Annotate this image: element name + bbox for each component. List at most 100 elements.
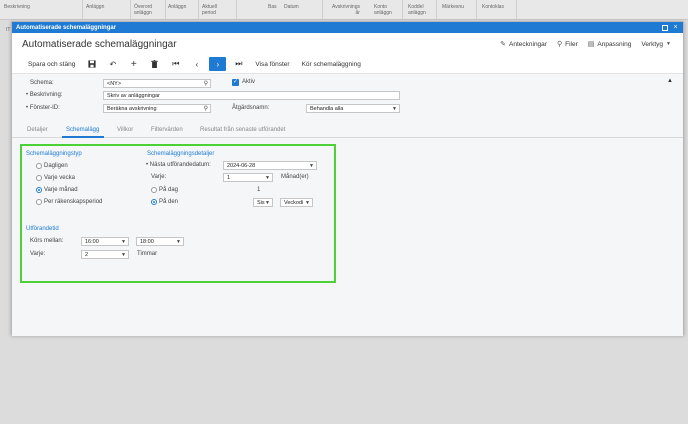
next-record-button[interactable]: › [209, 57, 227, 71]
maximize-button[interactable] [661, 24, 668, 31]
radio-on-day[interactable] [151, 187, 157, 193]
chevron-down-icon: ▼ [666, 40, 671, 47]
tab-conditions[interactable]: Villkor [117, 127, 133, 133]
radio-on-the-label: På den [159, 199, 179, 205]
schedule-details-title: Schemaläggningsdetaljer [147, 151, 215, 157]
radio-weekly-label: Varje vecka [44, 175, 75, 181]
tab-schedule[interactable]: Schemalägg [66, 127, 99, 133]
notes-label: Anteckningar [509, 40, 547, 48]
undo-icon: ↶ [109, 59, 117, 69]
action-value: Behandla alla [310, 105, 344, 112]
schedule-dialog: Automatiserade schemaläggningar × Automa… [11, 21, 684, 336]
trash-icon [151, 60, 159, 68]
customize-label: Anpassning [597, 40, 632, 48]
col-divider [402, 0, 403, 20]
every2-value: 2 [85, 251, 89, 258]
last-record-button[interactable]: ⏭ [230, 57, 247, 71]
customize-button[interactable]: ▤ Anpassning [588, 41, 632, 48]
radio-on-day-label: På dag [159, 187, 179, 193]
undo-button[interactable]: ↶ [104, 57, 121, 71]
window-id-label: • Fönster-ID: [26, 105, 60, 111]
files-button[interactable]: ⚲ Filer [557, 41, 578, 48]
first-record-button[interactable]: ⏮ [167, 57, 184, 71]
chevron-down-icon: ▼ [121, 251, 126, 258]
ordinal-value: Sis [257, 199, 265, 206]
delete-button[interactable] [146, 57, 163, 71]
chevron-right-icon: › [216, 59, 220, 69]
next-date-field[interactable]: 2024-06-28 ▼ [223, 161, 317, 170]
previous-record-button[interactable]: ‹ [188, 57, 205, 71]
notes-button[interactable]: ✎ Anteckningar [500, 41, 547, 48]
every2-select[interactable]: 2 ▼ [81, 250, 129, 259]
files-label: Filer [565, 40, 578, 48]
tab-filter-values[interactable]: Filtervärden [151, 127, 183, 133]
tab-details[interactable]: Detaljer [27, 127, 48, 133]
add-button[interactable]: + [125, 57, 142, 71]
search-icon: ⚲ [203, 81, 208, 87]
col-avskrivningsar: Avskrivnings år [332, 4, 360, 16]
runs-to-select[interactable]: 18:00 ▼ [136, 237, 184, 246]
col-anlaggn: Anläggn [86, 4, 105, 10]
save-close-button[interactable]: Spara och stäng [22, 57, 81, 71]
radio-per-period[interactable] [36, 199, 42, 205]
active-tab-indicator [62, 136, 104, 138]
schema-field[interactable]: <NY> ⚲ [103, 79, 211, 88]
runs-between-label: Körs mellan: [30, 238, 64, 244]
radio-monthly[interactable] [36, 187, 42, 193]
description-label: • Beskrivning: [26, 92, 63, 98]
weekday-select[interactable]: Veckodi ▼ [280, 198, 313, 207]
search-icon: ⚲ [203, 106, 208, 112]
chevron-down-icon: ▼ [121, 238, 126, 245]
col-divider [516, 0, 517, 20]
every-field[interactable]: 1 ▼ [223, 173, 273, 182]
schema-label: Schema: [30, 80, 54, 86]
chevron-down-icon: ▼ [265, 199, 270, 206]
window-controls: × [661, 24, 683, 31]
chevron-down-icon: ▼ [392, 105, 397, 112]
window-id-value: Beräkna avskrivning [107, 105, 157, 112]
background-row-marker: IT [6, 27, 11, 33]
radio-weekly[interactable] [36, 175, 42, 181]
close-icon: × [673, 24, 678, 31]
tab-last-result[interactable]: Resultat från senaste utförandet [200, 127, 285, 133]
col-divider [165, 0, 166, 20]
col-divider [476, 0, 477, 20]
schedule-panel: Schemaläggningstyp Dagligen Varje vecka … [20, 144, 336, 283]
radio-on-the[interactable] [151, 199, 157, 205]
background-grid-header: Beskrivning Anläggn Överord anläggn Anlä… [0, 0, 688, 20]
action-select[interactable]: Behandla alla ▼ [306, 104, 400, 113]
col-aktuell-period: Aktuell period [202, 4, 218, 16]
col-divider [130, 0, 131, 20]
chevron-down-icon: ▼ [309, 162, 314, 169]
tools-label: Verktyg [641, 40, 664, 48]
active-checkbox[interactable]: ✓ [232, 79, 239, 86]
radio-daily[interactable] [36, 163, 42, 169]
collapse-icon[interactable]: ▲ [667, 78, 673, 84]
run-schedule-button[interactable]: Kör schemaläggning [296, 57, 367, 71]
save-button[interactable] [83, 57, 100, 71]
first-icon: ⏮ [172, 59, 180, 68]
save-icon [88, 60, 96, 68]
close-button[interactable]: × [672, 24, 679, 31]
runs-to-value: 18:00 [140, 238, 154, 245]
plus-icon: + [130, 58, 137, 70]
maximize-icon [661, 24, 668, 31]
on-day-value: 1 [257, 187, 261, 193]
ordinal-select[interactable]: Sis ▼ [253, 198, 273, 207]
chevron-down-icon: ▼ [176, 238, 181, 245]
radio-per-period-label: Per räkenskapsperiod [44, 199, 103, 205]
next-date-label: • Nästa utförandedatum: [146, 162, 211, 168]
tools-menu[interactable]: Verktyg ▼ [641, 41, 671, 48]
runs-from-select[interactable]: 16:00 ▼ [81, 237, 129, 246]
window-id-field[interactable]: Beräkna avskrivning ⚲ [103, 104, 211, 113]
chevron-down-icon: ▼ [265, 174, 270, 181]
header-actions: ✎ Anteckningar ⚲ Filer ▤ Anpassning Verk… [500, 41, 683, 48]
toolbar: Spara och stäng ↶ + ⏮ ‹ › ⏭ Visa fönster… [12, 55, 683, 74]
dialog-title: Automatiserade schemaläggningar [16, 24, 117, 31]
show-window-button[interactable]: Visa fönster [249, 57, 295, 71]
col-overord: Överord anläggn [134, 4, 153, 16]
schema-value: <NY> [107, 80, 122, 87]
chevron-left-icon: ‹ [195, 59, 199, 69]
col-markesnu: Märkesnu [442, 4, 464, 10]
description-field[interactable]: Skriv av anläggningar [103, 91, 400, 100]
